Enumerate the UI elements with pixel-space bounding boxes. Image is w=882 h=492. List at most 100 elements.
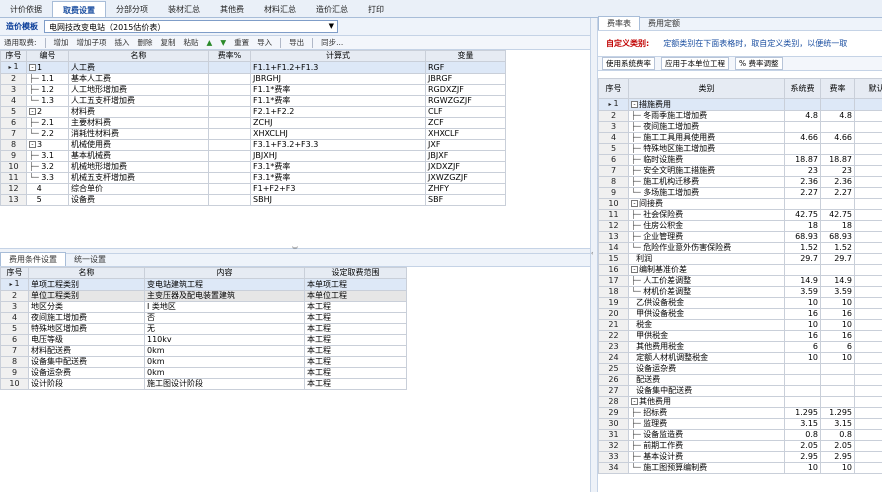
fee-rate-cell[interactable] — [208, 161, 251, 173]
fee-var-cell[interactable]: JBRGF — [425, 73, 506, 85]
rate-row[interactable]: 29 ├─ 招标费 1.295 1.295 — [598, 407, 882, 419]
fee-row[interactable]: 13 5 设备费 SBHJ SBF — [0, 194, 506, 206]
fee-name-cell[interactable]: 材料费 — [68, 106, 209, 118]
tab-2[interactable]: 分部分项 — [106, 1, 158, 17]
fee-formula-cell[interactable]: ZCHJ — [250, 117, 426, 129]
condition-row[interactable]: 7 材料配送费 0km 本工程 — [0, 345, 407, 357]
rate-cell[interactable]: 16 — [820, 308, 855, 320]
subtab-1[interactable]: 统一设置 — [66, 253, 114, 266]
rate-row[interactable]: 6 ├─ 临时设施费 18.87 18.87 — [598, 154, 882, 166]
fee-code-cell[interactable]: ├─ 3.1 — [26, 150, 69, 162]
rate-category-cell[interactable]: ├─ 前期工作费 — [628, 440, 785, 452]
fee-header-1[interactable]: 编号 — [26, 50, 69, 62]
cond-name[interactable]: 单位工程类别 — [28, 290, 145, 302]
default-cell[interactable] — [854, 264, 882, 276]
default-cell[interactable] — [854, 165, 882, 177]
default-cell[interactable] — [854, 220, 882, 232]
rate-cell[interactable]: 42.75 — [820, 209, 855, 221]
fee-row[interactable]: 11 └─ 3.3 机械五支杆增加费 F3.1*费率 JXWZGZJF — [0, 172, 506, 184]
fee-code-cell[interactable]: ├─ 2.1 — [26, 117, 69, 129]
fee-row[interactable]: 8-3 机械使用费 F3.1+F3.2+F3.3 JXF — [0, 139, 506, 151]
rate-category-cell[interactable]: 其他费用税金 — [628, 341, 785, 353]
default-cell[interactable] — [854, 253, 882, 265]
rate-cell[interactable] — [820, 264, 855, 276]
cond-scope[interactable]: 本工程 — [304, 367, 407, 379]
rate-row[interactable]: 14 └─ 危险作业意外伤害保险费 1.52 1.52 — [598, 242, 882, 254]
rate-cell[interactable]: 68.93 — [820, 231, 855, 243]
cond-header-3[interactable]: 设定取费范围 — [304, 267, 407, 279]
rate-row[interactable]: 34 └─ 施工图预算编制费 10 10 — [598, 462, 882, 474]
cond-header-1[interactable]: 名称 — [28, 267, 145, 279]
rate-category-cell[interactable]: └─ 多场施工增加费 — [628, 187, 785, 199]
condition-row[interactable]: 3 地区分类 I 类地区 本工程 — [0, 301, 407, 313]
rate-category-cell[interactable]: ├─ 施工机构迁移费 — [628, 176, 785, 188]
fee-row[interactable]: 10 ├─ 3.2 机械地形增加费 F3.1*费率 JXDXZJF — [0, 161, 506, 173]
default-cell[interactable] — [854, 198, 882, 210]
default-cell[interactable] — [854, 98, 882, 111]
fee-var-cell[interactable]: ZHFY — [425, 183, 506, 195]
rate-category-cell[interactable]: 设备集中配送费 — [628, 385, 785, 397]
fee-code-cell[interactable]: └─ 1.3 — [26, 95, 69, 107]
fee-name-cell[interactable]: 人工地形增加费 — [68, 84, 209, 96]
fee-rate-cell[interactable] — [208, 95, 251, 107]
rate-row[interactable]: 10 - 间接费 — [598, 198, 882, 210]
rate-row[interactable]: 17 ├─ 人工价差调整 14.9 14.9 — [598, 275, 882, 287]
condition-row[interactable]: 5 特殊地区增加费无本工程 — [0, 323, 407, 335]
cond-name[interactable]: 特殊地区增加费 — [28, 323, 145, 335]
fee-var-cell[interactable]: JXF — [425, 139, 506, 151]
rate-category-cell[interactable]: 利润 — [628, 253, 785, 265]
fee-row[interactable]: 2 ├─ 1.1 基本人工费 JBRGHJ JBRGF — [0, 73, 506, 85]
rate-cell[interactable]: 18 — [820, 220, 855, 232]
right-tab-0[interactable]: 费率表 — [598, 16, 640, 30]
rate-row[interactable]: 12 ├─ 住房公积金 18 18 — [598, 220, 882, 232]
default-cell[interactable] — [854, 429, 882, 441]
default-cell[interactable] — [854, 110, 882, 122]
cond-name[interactable]: 设计阶段 — [28, 378, 145, 390]
fee-formula-cell[interactable]: SBHJ — [250, 194, 426, 206]
cond-content[interactable]: I 类地区 — [144, 301, 305, 313]
rate-category-cell[interactable]: ├─ 监理费 — [628, 418, 785, 430]
fee-row[interactable]: 3 ├─ 1.2 人工地形增加费 F1.1*费率 RGDXZJF — [0, 84, 506, 96]
condition-row[interactable]: 8 设备集中配送费 0km 本工程 — [0, 356, 407, 368]
fee-rate-cell[interactable] — [208, 150, 251, 162]
cond-scope[interactable]: 本工程 — [304, 301, 407, 313]
toolbar-item-3[interactable]: 插入 — [115, 37, 130, 48]
rate-category-cell[interactable]: ├─ 住房公积金 — [628, 220, 785, 232]
default-cell[interactable] — [854, 363, 882, 375]
fee-code-cell[interactable]: 5 — [26, 194, 69, 206]
rate-header-1[interactable]: 类别 — [628, 78, 785, 99]
default-cell[interactable] — [854, 121, 882, 133]
rate-row[interactable]: 25 设备运杂费 — [598, 363, 882, 375]
cond-content[interactable]: 否 — [144, 312, 305, 324]
rate-header-3[interactable]: 费率 — [820, 78, 855, 99]
fee-var-cell[interactable]: JXDXZJF — [425, 161, 506, 173]
chevron-down-icon[interactable]: ▼ — [329, 22, 334, 30]
rate-option-0[interactable]: 使用系统费率 — [602, 57, 655, 70]
rate-category-cell[interactable]: 甲供税金 — [628, 330, 785, 342]
fee-rate-cell[interactable] — [208, 194, 251, 206]
rate-category-cell[interactable]: ├─ 临时设施费 — [628, 154, 785, 166]
fee-rate-cell[interactable] — [208, 84, 251, 96]
rate-category-cell[interactable]: 配送费 — [628, 374, 785, 386]
tab-0[interactable]: 计价依据 — [0, 1, 52, 17]
toolbar-item-2[interactable]: 增加子项 — [77, 37, 107, 48]
rate-row[interactable]: 21 税金 10 10 — [598, 319, 882, 331]
default-cell[interactable] — [854, 297, 882, 309]
toolbar-item-5[interactable]: 复制 — [161, 37, 176, 48]
rate-cell[interactable] — [820, 385, 855, 397]
rate-category-cell[interactable]: - 编制基准价差 — [628, 264, 785, 276]
condition-row[interactable]: 2 单位工程类别 主变压器及配电装置建筑 本单位工程 — [0, 290, 407, 302]
default-cell[interactable] — [854, 462, 882, 474]
right-tab-1[interactable]: 费用定额 — [640, 17, 688, 30]
default-cell[interactable] — [854, 154, 882, 166]
fee-var-cell[interactable]: JBJXF — [425, 150, 506, 162]
cond-name[interactable]: 材料配送费 — [28, 345, 145, 357]
collapse-icon[interactable]: - — [29, 141, 36, 148]
collapse-icon[interactable]: - — [631, 266, 638, 273]
fee-name-cell[interactable]: 主要材料费 — [68, 117, 209, 129]
fee-code-cell[interactable]: -2 — [26, 106, 69, 118]
rate-cell[interactable] — [820, 396, 855, 408]
fee-header-0[interactable]: 序号 — [0, 50, 27, 62]
cond-content[interactable]: 施工图设计阶段 — [144, 378, 305, 390]
rate-row[interactable]: 23 其他费用税金 6 6 — [598, 341, 882, 353]
